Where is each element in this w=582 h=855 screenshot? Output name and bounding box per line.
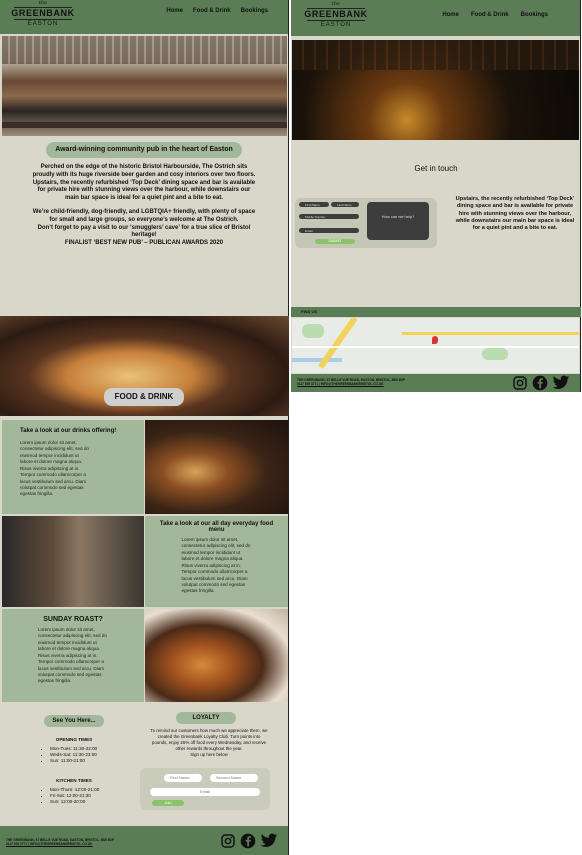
loyalty-heading: LOYALTY bbox=[176, 712, 236, 724]
footer-address: THE GREENBANK, 57 BELLE VUE ROAD, EASTON… bbox=[297, 378, 405, 387]
opening-item: Sun: 11:00-21:00 bbox=[50, 758, 108, 764]
logo-the: the bbox=[331, 1, 341, 7]
instagram-icon[interactable] bbox=[512, 375, 528, 391]
logo[interactable]: the GREENBANK EASTON bbox=[301, 1, 371, 29]
loyalty-form: First Name Second Name Email Join bbox=[140, 768, 270, 810]
opening-title: OPENING TIMES bbox=[55, 737, 93, 742]
location-map[interactable] bbox=[292, 318, 579, 373]
hours-block: OPENING TIMES Mon-Tues: 11:30-22:00 Weds… bbox=[40, 737, 108, 805]
see-you-heading: See You Here... bbox=[44, 715, 104, 727]
burger-image bbox=[145, 420, 288, 514]
first-name-field[interactable]: First Name bbox=[299, 202, 329, 207]
footer: THE GREENBANK, 57 BELLE VUE ROAD, EASTON… bbox=[291, 374, 580, 392]
loyalty-signup: Sign up here below bbox=[190, 751, 228, 757]
nav-links: Home Food & Drink Bookings bbox=[442, 12, 548, 18]
twitter-icon[interactable] bbox=[260, 833, 278, 849]
food-drink-heading: FOOD & DRINK bbox=[104, 388, 184, 406]
footer: THE GREENBANK, 57 BELLE VUE ROAD, EASTON… bbox=[0, 826, 288, 855]
nav-links: Home Food & Drink Bookings bbox=[166, 8, 268, 14]
logo-name: GREENBANK bbox=[304, 9, 368, 19]
social-links bbox=[220, 833, 278, 849]
kitchen-list: Mon-Thurs: 12:00-21:00 Fri-Sat: 12:00-21… bbox=[40, 787, 108, 805]
logo-sub: EASTON bbox=[27, 21, 59, 27]
menu-cell: Take a look at our all day everyday food… bbox=[145, 516, 288, 607]
opening-list: Mon-Tues: 11:30-22:00 Weds-Sat: 11:30-23… bbox=[40, 746, 108, 764]
roast-image bbox=[145, 609, 288, 702]
bookings-page: the GREENBANK EASTON Home Food & Drink B… bbox=[291, 0, 581, 392]
intro-p1: Perched on the edge of the historic Bris… bbox=[32, 164, 256, 178]
instagram-icon[interactable] bbox=[220, 833, 236, 849]
pizza-image: FOOD & DRINK bbox=[0, 316, 289, 416]
drinks-cell: Take a look at our drinks offering! Lore… bbox=[2, 420, 144, 514]
twitter-icon[interactable] bbox=[552, 375, 570, 391]
email-field[interactable]: Email bbox=[299, 228, 359, 233]
find-us-label: FIND US bbox=[301, 309, 317, 314]
last-name-field[interactable]: Last Name bbox=[331, 202, 359, 207]
bartender-image bbox=[2, 516, 144, 607]
logo-name: GREENBANK bbox=[11, 8, 75, 18]
kitchen-item: Sun: 12:00-20:00 bbox=[50, 799, 108, 805]
join-button[interactable]: Join bbox=[152, 800, 184, 806]
mobile-field[interactable]: Mobile Number bbox=[299, 214, 359, 219]
nav-food-drink[interactable]: Food & Drink bbox=[193, 8, 231, 14]
nav-home[interactable]: Home bbox=[442, 12, 459, 18]
footer-address: THE GREENBANK, 57 BELLE VUE ROAD, EASTON… bbox=[6, 838, 114, 847]
roast-title: SUNDAY ROAST? bbox=[43, 616, 103, 623]
intro-p2: Upstairs, the recently refurbished ‘Top … bbox=[32, 179, 256, 202]
intro-p3: We’re child-friendly, dog-friendly, and … bbox=[32, 208, 256, 223]
map-pin-icon bbox=[432, 336, 438, 344]
nav-bookings[interactable]: Bookings bbox=[521, 12, 548, 18]
bar-interior-image bbox=[2, 36, 287, 136]
footer-contact[interactable]: 0117 939 3771 | INFO@THEGREENBANKBRISTOL… bbox=[297, 382, 405, 386]
footer-contact[interactable]: 0117 939 3771 | INFO@THEGREENBANKBRISTOL… bbox=[6, 842, 114, 846]
roast-cell: SUNDAY ROAST? Lorem ipsum dolor sit amet… bbox=[2, 609, 144, 702]
contact-form: First Name Last Name Mobile Number Email… bbox=[295, 198, 437, 248]
message-field[interactable]: How can we help? bbox=[367, 202, 429, 240]
intro-text: Perched on the edge of the historic Bris… bbox=[30, 164, 258, 248]
submit-button[interactable]: SUBMIT bbox=[315, 239, 355, 244]
night-bar-image bbox=[292, 40, 579, 140]
facebook-icon[interactable] bbox=[240, 833, 256, 849]
contact-title: Get in touch bbox=[414, 164, 458, 173]
intro-p4: Don’t forget to pay a visit to our ‘smug… bbox=[37, 224, 251, 239]
contact-side-text: Upstairs, the recently refurbished ‘Top … bbox=[455, 196, 575, 232]
first-name-field[interactable]: First Name bbox=[164, 774, 202, 782]
drinks-title: Take a look at our drinks offering! bbox=[20, 428, 117, 434]
loyalty-email-field[interactable]: Email bbox=[150, 788, 260, 796]
loyalty-text: To remind our customers how much we appr… bbox=[150, 728, 268, 758]
social-links bbox=[512, 375, 570, 391]
nav-bookings[interactable]: Bookings bbox=[241, 8, 268, 14]
intro-p5: FINALIST ‘BEST NEW PUB’ – PUBLICAN AWARD… bbox=[64, 240, 224, 247]
nav-food-drink[interactable]: Food & Drink bbox=[471, 12, 509, 18]
drinks-text: Lorem ipsum dolor sit amet, consectetur … bbox=[20, 440, 89, 497]
kitchen-title: KITCHEN TIMES bbox=[56, 777, 92, 783]
nav-bar: the GREENBANK EASTON Home Food & Drink B… bbox=[291, 0, 580, 36]
logo-sub: EASTON bbox=[320, 22, 352, 28]
roast-text: Lorem ipsum dolor sit amet, consectetur … bbox=[38, 627, 107, 684]
nav-home[interactable]: Home bbox=[166, 8, 183, 14]
award-banner: Award-winning community pub in the heart… bbox=[46, 142, 242, 158]
second-name-field[interactable]: Second Name bbox=[210, 774, 258, 782]
facebook-icon[interactable] bbox=[532, 375, 548, 391]
nav-bar: the GREENBANK EASTON Home Food & Drink B… bbox=[0, 0, 288, 34]
loyalty-description: To remind our customers how much we appr… bbox=[150, 728, 268, 751]
logo-the: the bbox=[38, 0, 48, 6]
menu-title: Take a look at our all day everyday food… bbox=[159, 521, 274, 533]
menu-text: Lorem ipsum dolor sit amet, consectetur … bbox=[181, 537, 251, 594]
home-page: the GREENBANK EASTON Home Food & Drink B… bbox=[0, 0, 289, 855]
find-us-bar: FIND US bbox=[291, 307, 581, 317]
logo[interactable]: the GREENBANK EASTON bbox=[8, 0, 78, 28]
